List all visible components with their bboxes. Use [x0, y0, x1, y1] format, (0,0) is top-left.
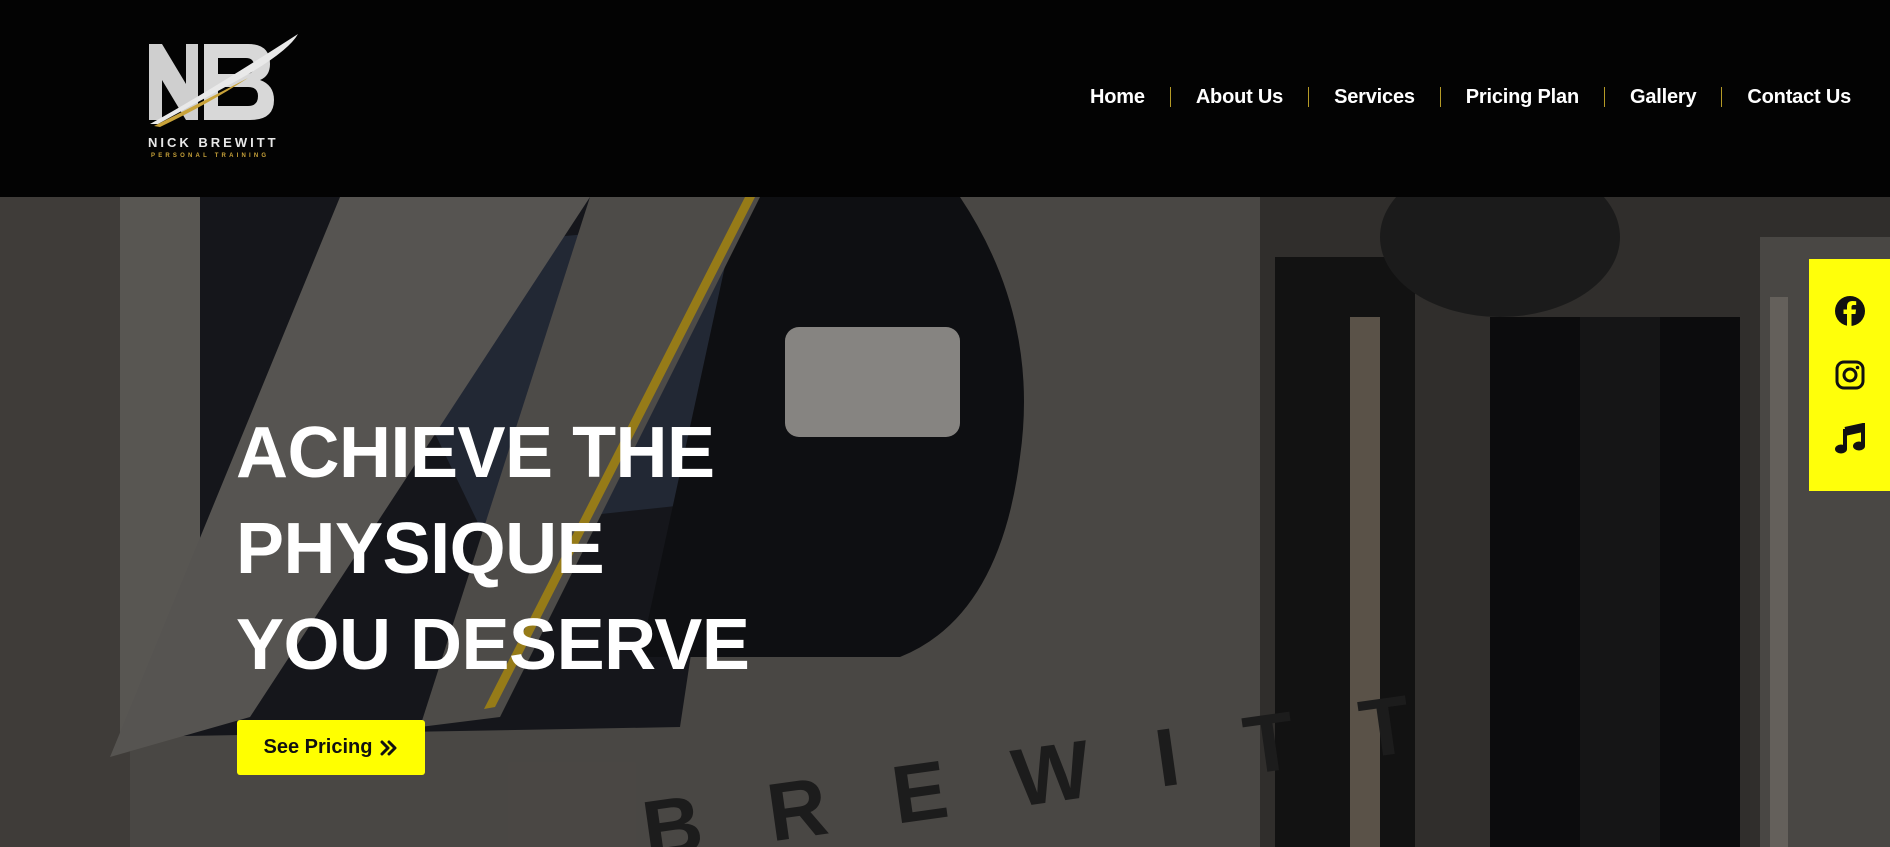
hero-headline-line-2: PHYSIQUE [236, 509, 605, 589]
tiktok-music-icon[interactable] [1833, 422, 1867, 456]
nav-services[interactable]: Services [1334, 86, 1415, 109]
social-bar [1809, 259, 1890, 491]
nav-divider [1439, 87, 1441, 107]
nav-divider [1169, 87, 1171, 107]
site-header: NICK BREWITT PERSONAL TRAINING Home Abou… [0, 0, 1890, 197]
nav-contact-us[interactable]: Contact Us [1747, 86, 1851, 109]
main-nav: Home About Us Services Pricing Plan Gall… [1090, 82, 1851, 112]
nav-divider [1603, 87, 1605, 107]
hero-headline: ACHIEVE THE PHYSIQUE YOU DESERVE [236, 405, 936, 693]
nav-pricing-plan[interactable]: Pricing Plan [1466, 86, 1579, 109]
brand-logo[interactable]: NICK BREWITT PERSONAL TRAINING [148, 32, 302, 166]
see-pricing-label: See Pricing [263, 736, 373, 758]
nav-gallery[interactable]: Gallery [1630, 86, 1697, 109]
hero-section: B R E W I T T ACHIEVE THE PHYSIQUE YOU D… [0, 197, 1890, 847]
instagram-icon[interactable] [1833, 358, 1867, 392]
nb-monogram-icon [149, 34, 298, 127]
double-chevron-right-icon [380, 740, 398, 756]
nav-home[interactable]: Home [1090, 86, 1145, 109]
brand-name: NICK BREWITT [148, 135, 279, 150]
brand-tagline: PERSONAL TRAINING [151, 153, 270, 159]
hero-headline-line-3: YOU DESERVE [236, 605, 750, 685]
nav-about-us[interactable]: About Us [1196, 86, 1283, 109]
facebook-icon[interactable] [1833, 294, 1867, 328]
see-pricing-button[interactable]: See Pricing [237, 720, 425, 775]
hero-headline-line-1: ACHIEVE THE [236, 413, 715, 493]
nav-divider [1721, 87, 1723, 107]
nav-divider [1308, 87, 1310, 107]
